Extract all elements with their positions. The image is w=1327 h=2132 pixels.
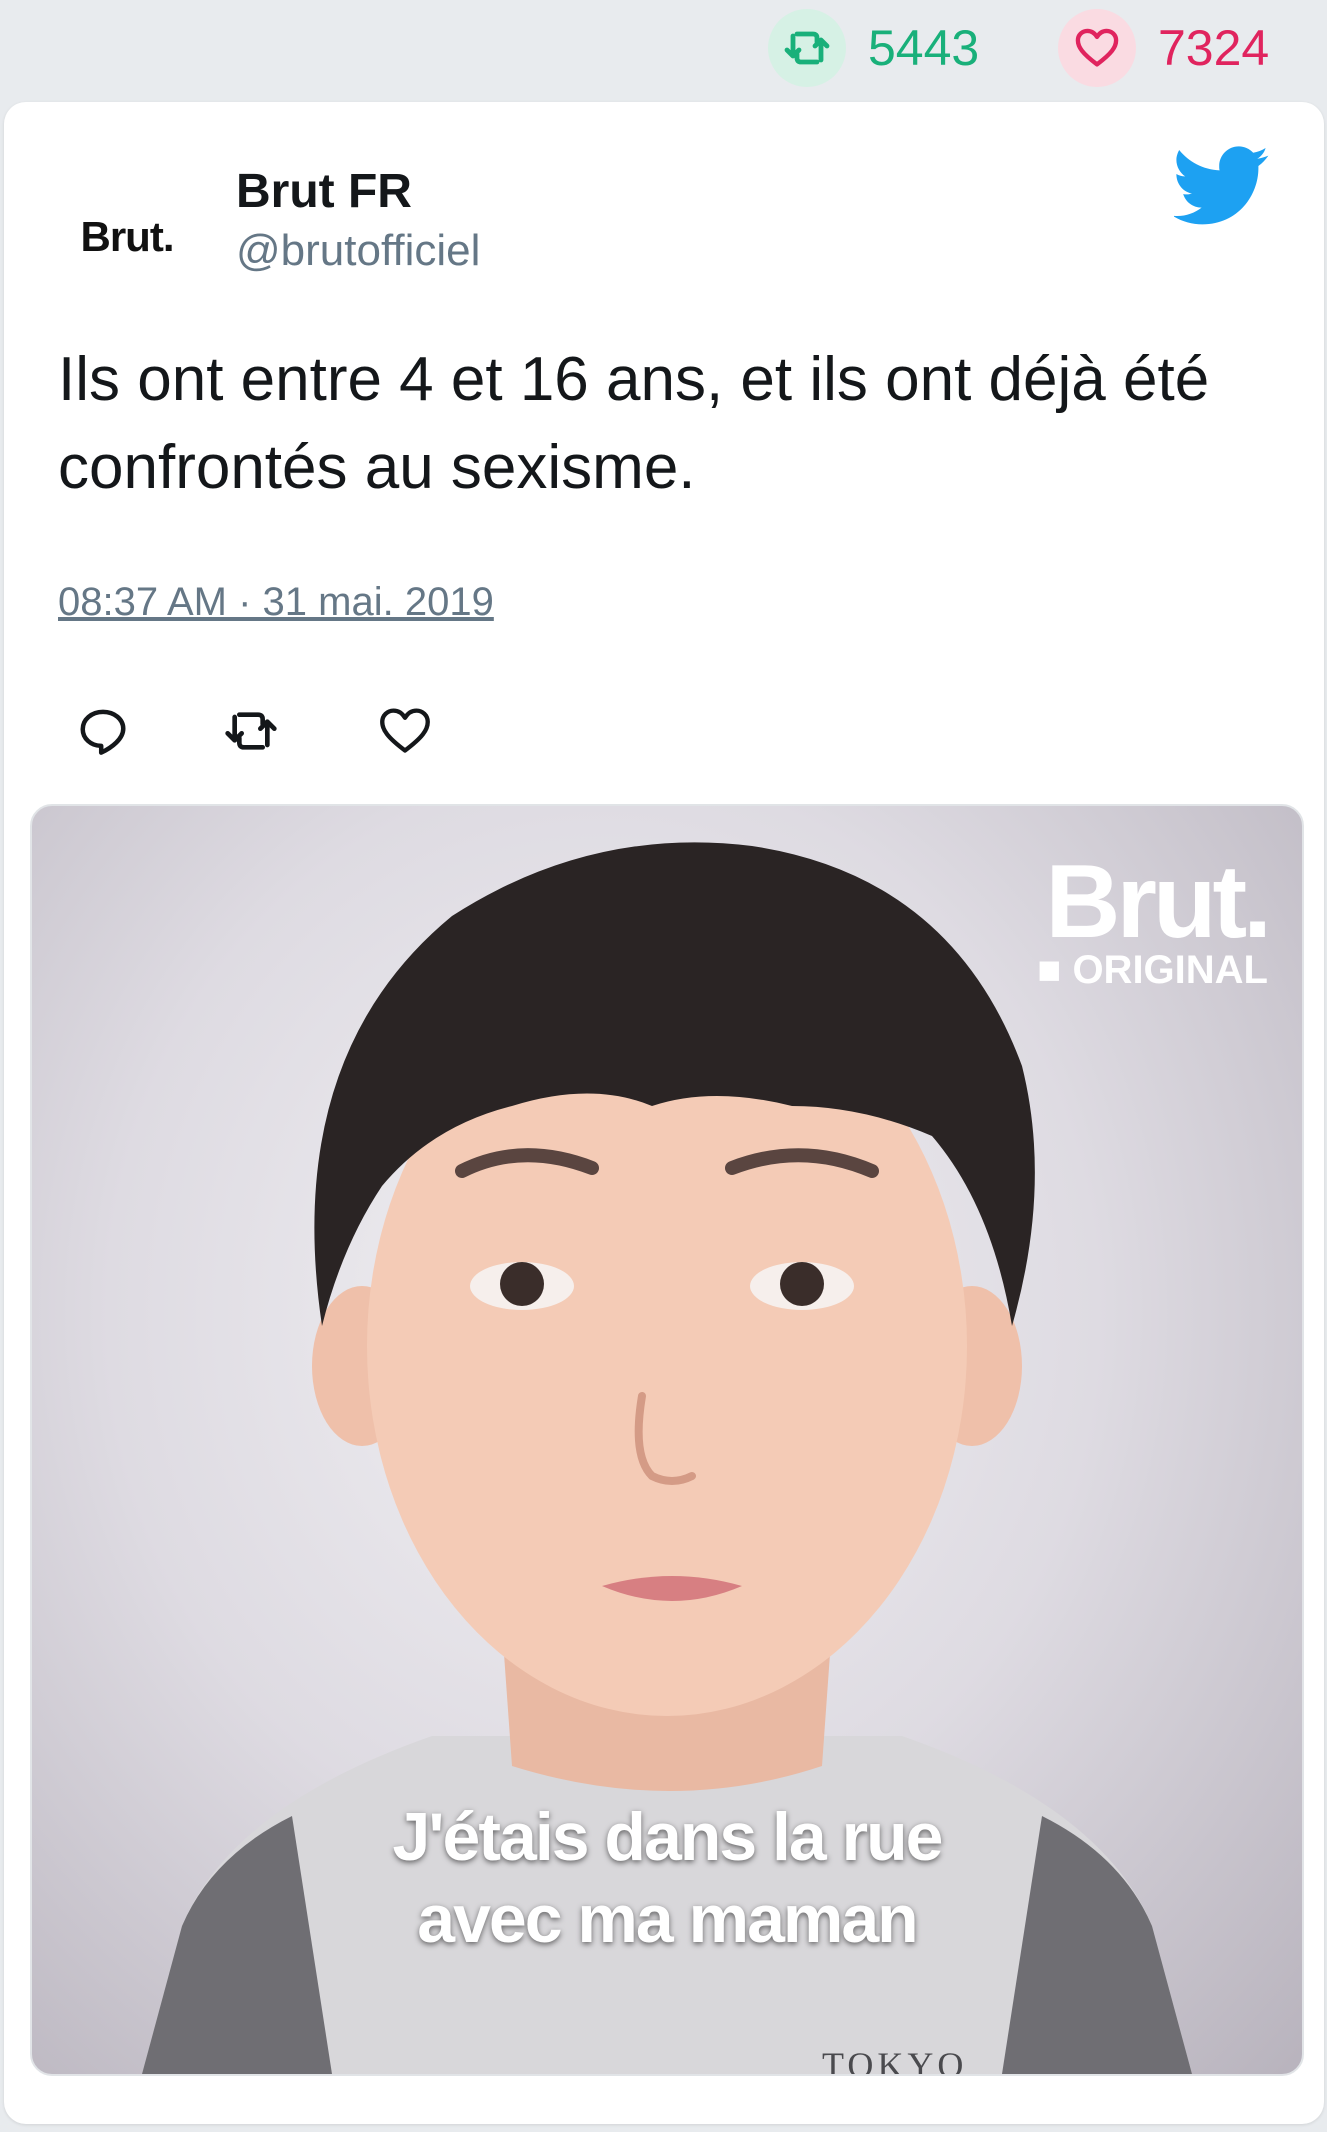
watermark-brand: Brut. [1045,844,1272,960]
retweet-icon [225,712,277,750]
avatar[interactable]: Brut. [62,172,192,302]
tweet-card: Brut. Brut FR @brutofficiel Ils ont entr… [4,102,1324,2124]
reply-button[interactable] [74,702,132,760]
author-name[interactable]: Brut FR [236,164,412,219]
reply-icon [80,709,126,755]
like-count-stat: 7324 [1058,9,1270,87]
twitter-bird-icon[interactable] [1172,146,1270,226]
video-caption: J'étais dans la rue avec ma maman [32,1796,1302,1960]
tweet-video-thumbnail[interactable]: Brut. ■ ORIGINAL J'étais dans la rue ave… [30,804,1304,2076]
retweet-count: 5443 [868,20,980,76]
caption-line-1: J'étais dans la rue [392,1799,944,1875]
author-handle[interactable]: @brutofficiel [236,226,480,276]
caption-line-2: avec ma maman [417,1881,918,1957]
stats-bar: 5443 7324 [0,0,1327,100]
retweet-count-stat: 5443 [768,9,980,87]
heart-icon [380,708,430,753]
like-button[interactable] [376,702,434,760]
retweet-icon [768,9,846,87]
tweet-text: Ils ont entre 4 et 16 ans, et ils ont dé… [58,345,1210,502]
tweet-timestamp[interactable]: 08:37 AM · 31 mai. 2019 [58,580,494,625]
shirt-text: TOKYO [822,2045,968,2076]
watermark-sub: ■ ORIGINAL [1037,948,1268,992]
heart-icon [1058,9,1136,87]
like-count: 7324 [1158,20,1270,76]
brut-original-watermark: Brut. ■ ORIGINAL [1037,844,1272,992]
retweet-button[interactable] [222,702,280,760]
